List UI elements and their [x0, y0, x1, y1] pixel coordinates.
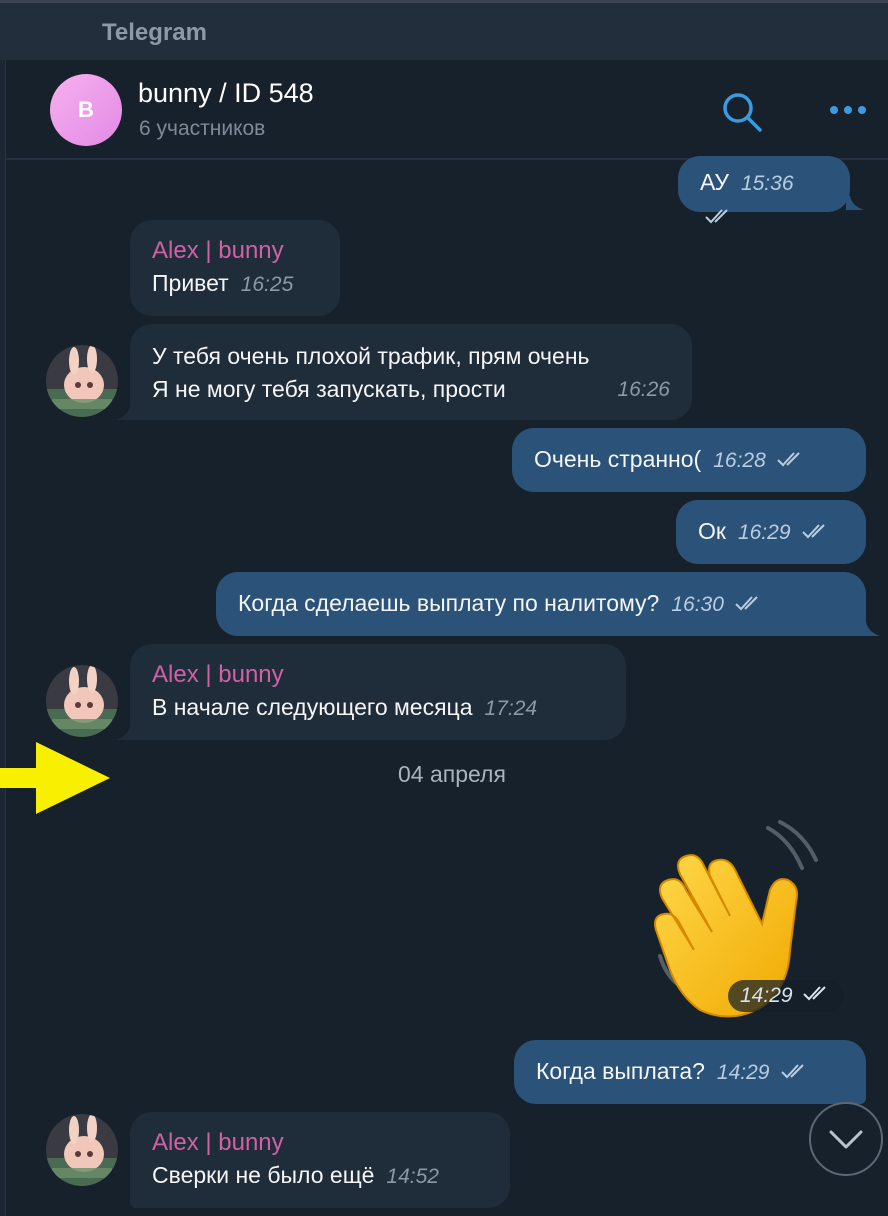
- message-text-line: У тебя очень плохой трафик, прям очень: [152, 343, 590, 369]
- date-separator: 04 апреля: [398, 761, 506, 787]
- message-time: 14:52: [386, 1165, 439, 1188]
- chat-title[interactable]: bunny / ID 548: [138, 78, 314, 109]
- double-check-icon: [801, 516, 831, 549]
- member-count[interactable]: 6 участников: [139, 117, 265, 141]
- double-check-icon: [734, 588, 764, 621]
- bubble-tail: [116, 406, 134, 420]
- message-outgoing[interactable]: Когда сделаешь выплату по налитому? 16:30: [216, 572, 866, 636]
- message-time: 14:29: [740, 984, 793, 1007]
- message-outgoing[interactable]: Ок 16:29: [676, 500, 866, 564]
- message-outgoing[interactable]: Очень странно( 16:28: [512, 428, 866, 492]
- bubble-tail: [862, 622, 880, 636]
- scroll-down-button[interactable]: [809, 1102, 883, 1176]
- message-text: Очень странно(: [534, 446, 702, 472]
- message-text-line: Я не могу тебя запускать, прости: [152, 376, 506, 402]
- message-text: Сверки не было ещё: [152, 1162, 375, 1188]
- double-check-icon: [776, 444, 806, 477]
- sender-name[interactable]: Alex | bunny: [152, 1126, 488, 1159]
- window-title: Telegram: [102, 19, 207, 46]
- message-time: 16:30: [671, 593, 724, 616]
- message-outgoing[interactable]: АУ 15:36: [678, 156, 850, 224]
- double-check-icon: [802, 980, 832, 1012]
- sender-name[interactable]: Alex | bunny: [152, 234, 318, 267]
- sender-name[interactable]: Alex | bunny: [152, 658, 604, 691]
- window-titlebar: Telegram: [0, 0, 888, 60]
- message-incoming[interactable]: Alex | bunny Привет 16:25: [130, 220, 340, 316]
- message-text: Когда сделаешь выплату по налитому?: [238, 590, 660, 616]
- bubble-tail: [116, 726, 134, 740]
- chat-avatar[interactable]: B: [50, 74, 122, 146]
- sticker-time: 14:29: [728, 980, 845, 1012]
- bubble-tail: [846, 196, 864, 210]
- more-dots-icon[interactable]: [826, 98, 870, 122]
- message-incoming[interactable]: У тебя очень плохой трафик, прям очень Я…: [130, 324, 692, 420]
- chevron-down-icon: [829, 1130, 863, 1149]
- message-time: 16:28: [713, 449, 766, 472]
- user-avatar[interactable]: [46, 345, 118, 417]
- message-text: Когда выплата?: [536, 1058, 705, 1084]
- message-text: Привет: [152, 270, 229, 296]
- message-incoming[interactable]: Alex | bunny Сверки не было ещё 14:52: [130, 1112, 510, 1208]
- chat-list-edge: [0, 60, 6, 1216]
- message-text: Ок: [698, 518, 726, 544]
- message-time: 15:36: [740, 172, 794, 195]
- search-icon[interactable]: [720, 90, 764, 134]
- message-text: В начале следующего месяца: [152, 694, 473, 720]
- chat-header: B bunny / ID 548 6 участников: [6, 60, 888, 160]
- message-time: 16:25: [240, 273, 294, 296]
- message-time: 17:24: [484, 697, 538, 720]
- double-check-icon: [704, 201, 734, 234]
- message-time: 14:29: [716, 1061, 770, 1084]
- annotation-arrow: [0, 742, 110, 814]
- double-check-icon: [780, 1056, 810, 1089]
- message-time: 16:29: [737, 521, 791, 544]
- message-text: АУ: [700, 169, 729, 195]
- message-outgoing[interactable]: Когда выплата? 14:29: [514, 1040, 866, 1104]
- message-time: 16:26: [617, 378, 670, 401]
- user-avatar[interactable]: [46, 665, 118, 737]
- message-incoming[interactable]: Alex | bunny В начале следующего месяца 1…: [130, 644, 626, 740]
- user-avatar[interactable]: [46, 1114, 118, 1186]
